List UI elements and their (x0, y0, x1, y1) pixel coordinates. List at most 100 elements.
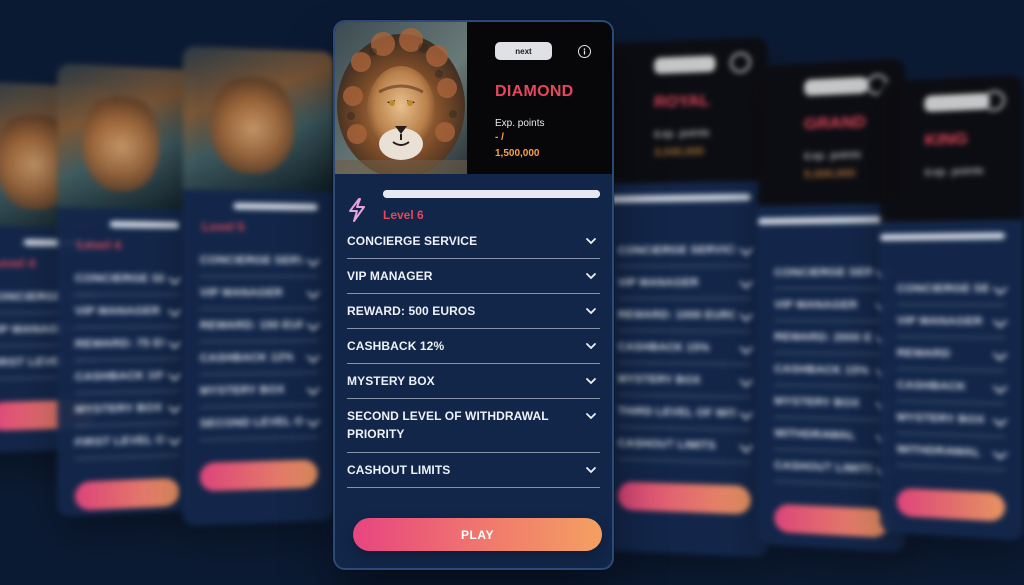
chevron-down-icon (306, 286, 320, 299)
benefit-row[interactable]: CASHOUT LIMITS (774, 449, 890, 487)
exp-points-label: Exp. points (495, 118, 545, 129)
level-label: Level 6 (383, 208, 424, 222)
benefit-row[interactable]: REWARD: 150 EUROS (199, 309, 320, 343)
benefit-label: REWARD: 500 EUROS (347, 304, 476, 318)
chevron-down-icon (739, 275, 753, 289)
chevron-down-icon (586, 308, 596, 315)
benefit-row[interactable]: FIRST LEVEL OF WITHDRAWAL PRIORITY (74, 423, 182, 460)
info-icon[interactable] (578, 45, 591, 58)
benefit-row[interactable]: MYSTERY BOX (774, 385, 890, 421)
benefit-row[interactable]: THIRD LEVEL OF WITHDRAWAL (617, 395, 753, 431)
chevron-down-icon (586, 273, 596, 280)
chevron-down-icon (739, 406, 753, 420)
benefit-row[interactable]: WITHDRAWAL (774, 417, 890, 454)
play-button[interactable] (199, 459, 318, 492)
level-progress-fill (383, 190, 600, 198)
benefit-row[interactable]: MYSTERY BOX (199, 373, 320, 408)
benefit-row[interactable]: VIP MANAGER (74, 295, 182, 328)
exp-points-target: 1,500,000 (495, 148, 540, 159)
chevron-down-icon (993, 347, 1008, 361)
chevron-down-icon (168, 400, 182, 414)
next-button[interactable] (653, 55, 716, 75)
play-button[interactable]: PLAY (353, 518, 602, 551)
chevron-down-icon (993, 314, 1008, 328)
chevron-down-icon (739, 439, 753, 453)
benefit-row[interactable]: CONCIERGE SERVICE (774, 255, 890, 289)
benefit-label: MYSTERY BOX (347, 374, 435, 388)
exp-label: Exp. points (804, 148, 862, 163)
benefit-row[interactable]: VIP MANAGER (199, 276, 320, 310)
chevron-down-icon (168, 304, 182, 317)
tier-name: ROYAL (653, 92, 710, 112)
exp-label: Exp. points (653, 126, 710, 141)
benefit-row[interactable]: CONCIERGE SERVICE (896, 272, 1008, 306)
chevron-down-icon (993, 413, 1008, 427)
benefit-row[interactable]: CONCIERGE SERVICE (199, 243, 320, 277)
card-progress-bar (233, 202, 318, 211)
card-level-label: Level 4 (77, 237, 122, 253)
benefit-row[interactable]: CASHBACK (896, 369, 1008, 405)
benefit-row[interactable]: REWARD (896, 337, 1008, 372)
benefit-row[interactable]: CASHOUT LIMITS (617, 427, 753, 464)
vip-card-king[interactable]: KING Exp. points CONCIERGE SERVICE VIP M… (880, 74, 1023, 541)
benefit-row[interactable]: CASHBACK 15% (774, 353, 890, 388)
benefit-label: VIP MANAGER (347, 269, 433, 283)
card-progress-bar (758, 215, 888, 225)
chevron-down-icon (306, 414, 320, 428)
lion-artwork (335, 22, 467, 174)
benefit-row[interactable]: CASHBACK 12% (199, 341, 320, 375)
vip-levels-carousel: Level 4 CONCIERGE SERVICE VIP MANAGER FI… (0, 0, 1024, 585)
benefit-row[interactable]: VIP MANAGER (896, 305, 1008, 339)
play-button[interactable] (617, 481, 751, 515)
play-button[interactable] (74, 477, 180, 511)
tier-name: DIAMOND (495, 83, 574, 100)
benefit-row[interactable]: REWARD: 75 EUROS (74, 327, 182, 361)
vip-card-level-4[interactable]: Level 4 CONCIERGE SERVICE VIP MANAGER RE… (57, 63, 197, 517)
benefit-row[interactable]: CASHBACK 15% (617, 331, 753, 365)
vip-card-royal[interactable]: ROYAL Exp. points 3,000,000 CONCIERGE SE… (602, 36, 768, 558)
exp-points-current: - / (495, 132, 504, 143)
benefit-row[interactable]: VIP MANAGER (617, 266, 753, 300)
benefit-mystery-box[interactable]: MYSTERY BOX (347, 364, 600, 399)
benefit-row[interactable]: REWARD: 2000 EUROS (774, 321, 890, 355)
benefit-row[interactable]: SECOND LEVEL OF WITHDRAWAL PRIORITY (199, 405, 320, 441)
play-button[interactable] (774, 503, 888, 538)
chevron-down-icon (306, 318, 320, 332)
benefit-row[interactable]: CONCIERGE SERVICE (617, 233, 753, 267)
info-icon[interactable] (982, 89, 1006, 112)
benefit-row[interactable]: VIP MANAGER (774, 288, 890, 322)
play-button[interactable] (896, 487, 1006, 522)
chevron-down-icon (739, 308, 753, 322)
vip-card-diamond: next DIAMOND Exp. points - / 1,500,000 L… (333, 20, 614, 570)
level-progress-bar (383, 190, 600, 198)
next-button[interactable]: next (495, 42, 552, 60)
card-lion-artwork (57, 63, 197, 210)
benefit-row[interactable]: CASHBACK 10% (74, 359, 182, 394)
chevron-down-icon (168, 336, 182, 350)
chevron-down-icon (586, 378, 596, 385)
benefit-label: CONCIERGE SERVICE (347, 234, 478, 248)
chevron-down-icon (168, 432, 182, 446)
benefit-concierge-service[interactable]: CONCIERGE SERVICE (347, 224, 600, 259)
benefit-row[interactable]: MYSTERY BOX (896, 401, 1008, 438)
benefit-vip-manager[interactable]: VIP MANAGER (347, 259, 600, 294)
benefit-cashout-limits[interactable]: CASHOUT LIMITS (347, 453, 600, 488)
card-progress-bar (109, 220, 180, 229)
card-progress-bar (880, 232, 1006, 241)
benefit-cashback[interactable]: CASHBACK 12% (347, 329, 600, 364)
benefit-withdrawal-priority[interactable]: SECOND LEVEL OF WITHDRAWAL PRIORITY (347, 399, 600, 453)
benefit-reward[interactable]: REWARD: 500 EUROS (347, 294, 600, 329)
benefit-row[interactable]: REWARD: 1000 EUROS (617, 299, 753, 332)
benefit-row[interactable]: CONCIERGE SERVICE (74, 262, 182, 296)
benefit-row[interactable]: MYSTERY BOX (74, 391, 182, 427)
next-button[interactable] (924, 92, 990, 113)
exp-label: Exp. points (924, 164, 984, 179)
tier-name: GRAND (804, 113, 866, 134)
info-icon[interactable] (730, 51, 751, 74)
benefit-row[interactable]: MYSTERY BOX (617, 363, 753, 398)
level-progress-area: Level 6 (335, 174, 612, 224)
benefit-row[interactable]: WITHDRAWAL (896, 433, 1008, 471)
vip-card-level-5[interactable]: Level 5 CONCIERGE SERVICE VIP MANAGER RE… (182, 45, 334, 526)
chevron-down-icon (586, 413, 596, 420)
next-button[interactable] (804, 76, 868, 96)
